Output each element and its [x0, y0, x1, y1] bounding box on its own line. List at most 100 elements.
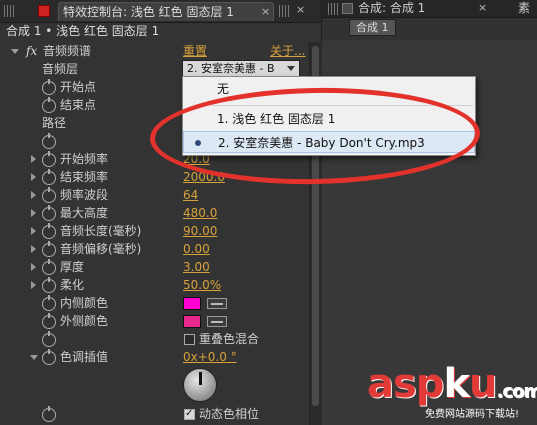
tab2-close-icon[interactable]: ×: [296, 3, 305, 16]
expand-triangle-icon[interactable]: [31, 245, 36, 253]
stopwatch-icon[interactable]: [42, 205, 56, 221]
comp-chip[interactable]: 合成 1: [349, 19, 396, 36]
dynamic-hue-label: 动态色相位: [199, 407, 260, 421]
prop-label: 音频长度(毫秒): [60, 224, 142, 238]
outside-color-swatch[interactable]: [183, 315, 201, 328]
audio-layer-select-value: 2. 安室奈美惠 - B: [187, 62, 275, 75]
breadcrumb: 合成 1 • 浅色 红色 固态层 1: [6, 24, 160, 38]
prop-row-thickness: 厚度 3.00: [0, 258, 308, 276]
expand-triangle-icon[interactable]: [31, 191, 36, 199]
panel-grip-icon-2[interactable]: [279, 5, 289, 17]
blend-overlap-checkbox[interactable]: [184, 334, 195, 345]
stopwatch-icon[interactable]: [42, 133, 56, 149]
prop-label: 柔化: [60, 278, 85, 292]
eyedropper-icon[interactable]: [207, 316, 227, 327]
stopwatch-icon[interactable]: [42, 406, 56, 422]
dropdown-option-label: 无: [217, 82, 230, 96]
lock-icon[interactable]: [38, 5, 50, 17]
prop-label: 开始频率: [60, 152, 109, 166]
prop-value[interactable]: 50.0%: [183, 276, 221, 294]
effect-controls-tabbar: 特效控制台: 浅色 红色 固态层 1 × ×: [0, 0, 321, 23]
prop-row-hue-interp: 色调插值 0x+0.0 °: [0, 348, 308, 366]
prop-label: 色调插值: [60, 350, 109, 364]
prop-label: 频率波段: [60, 188, 109, 202]
audio-layer-label: 音频层: [42, 62, 79, 76]
stopwatch-icon[interactable]: [42, 295, 56, 311]
expand-triangle-icon[interactable]: [31, 263, 36, 271]
stopwatch-icon[interactable]: [42, 169, 56, 185]
prop-label: 外侧颜色: [60, 314, 109, 328]
prop-row-max-height: 最大高度 480.0: [0, 204, 308, 222]
prop-row-start-point: 开始点: [0, 78, 180, 96]
about-link[interactable]: 关于...: [270, 42, 305, 60]
watermark-brand-main: asp: [367, 361, 444, 407]
expand-triangle-icon[interactable]: [31, 155, 36, 163]
prop-label: 结束频率: [60, 170, 109, 184]
composition-tabbar: 合成: 合成 1 × 素: [322, 0, 537, 18]
checkmark-icon: ✓: [185, 408, 194, 419]
tab-close-icon[interactable]: ×: [261, 3, 270, 21]
prop-row-end-point: 结束点: [0, 96, 180, 114]
expand-triangle-icon[interactable]: [31, 173, 36, 181]
watermark-sub: 免费网站源码下载站!: [425, 409, 520, 420]
watermark-brand-tld: .com: [496, 381, 537, 402]
prop-label: 最大高度: [60, 206, 109, 220]
tab-effect-controls[interactable]: 特效控制台: 浅色 红色 固态层 1 ×: [58, 2, 274, 21]
collapse-triangle-icon[interactable]: [30, 355, 38, 360]
stopwatch-icon[interactable]: [42, 79, 56, 95]
expand-triangle-icon[interactable]: [31, 281, 36, 289]
prop-label: 音频偏移(毫秒): [60, 242, 142, 256]
watermark-brand-k: k: [443, 361, 470, 407]
prop-label: 开始点: [60, 80, 97, 94]
stopwatch-icon[interactable]: [42, 277, 56, 293]
prop-row-audio-offset: 音频偏移(毫秒) 0.00: [0, 240, 308, 258]
prop-row-softness: 柔化 50.0%: [0, 276, 308, 294]
effect-controls-panel: 特效控制台: 浅色 红色 固态层 1 × × 合成 1 • 浅色 红色 固态层 …: [0, 0, 322, 425]
chevron-down-icon: [287, 66, 295, 71]
effect-name: 音频频谱: [43, 44, 92, 58]
prop-row-dynamic-hue: ✓ 动态色相位: [0, 405, 308, 423]
prop-label: 结束点: [60, 98, 97, 112]
blend-overlap-label: 重叠色混合: [199, 332, 260, 346]
panel-grip-icon[interactable]: [4, 5, 14, 17]
lock-icon-2[interactable]: [342, 3, 353, 14]
panel-grip-icon-3[interactable]: [328, 3, 338, 15]
prop-value[interactable]: 3.00: [183, 258, 210, 276]
expand-triangle-icon[interactable]: [31, 209, 36, 217]
prop-value[interactable]: 90.00: [183, 222, 217, 240]
tab-extra[interactable]: 素: [518, 0, 530, 17]
prop-row-outside-color: 外侧颜色: [0, 312, 308, 330]
prop-value[interactable]: 0x+0.0 °: [183, 348, 237, 366]
stopwatch-icon[interactable]: [42, 241, 56, 257]
prop-row-audio-duration: 音频长度(毫秒) 90.00: [0, 222, 308, 240]
hue-dial-knob[interactable]: [183, 368, 217, 402]
inside-color-swatch[interactable]: [183, 297, 201, 310]
prop-label: 内侧颜色: [60, 296, 109, 310]
stopwatch-icon[interactable]: [42, 349, 56, 365]
stopwatch-icon[interactable]: [42, 223, 56, 239]
prop-value[interactable]: 0.00: [183, 240, 210, 258]
stopwatch-icon[interactable]: [42, 151, 56, 167]
tab-close-icon-2[interactable]: ×: [478, 1, 487, 14]
stopwatch-icon[interactable]: [42, 187, 56, 203]
prop-label: 厚度: [60, 260, 85, 274]
effect-header-row[interactable]: fx 音频频谱 重置 关于...: [0, 42, 308, 60]
prop-label: 路径: [42, 116, 67, 130]
prop-row-freq-bands: 频率波段 64: [0, 186, 308, 204]
stopwatch-icon[interactable]: [42, 97, 56, 113]
expand-triangle-icon[interactable]: [31, 227, 36, 235]
eyedropper-icon[interactable]: [207, 298, 227, 309]
stopwatch-icon[interactable]: [42, 259, 56, 275]
tab-composition[interactable]: 合成: 合成 1: [358, 0, 425, 17]
collapse-triangle-icon[interactable]: [11, 49, 19, 54]
watermark-brand-tail: u: [469, 361, 498, 407]
prop-value[interactable]: 64: [183, 186, 198, 204]
prop-row-blend: 重叠色混合: [0, 330, 308, 348]
prop-value[interactable]: 480.0: [183, 204, 217, 222]
stopwatch-icon[interactable]: [42, 331, 56, 347]
reset-link[interactable]: 重置: [183, 42, 207, 60]
audio-layer-select[interactable]: 2. 安室奈美惠 - B: [182, 60, 300, 77]
tab-effect-controls-label: 特效控制台: 浅色 红色 固态层 1: [63, 5, 234, 19]
stopwatch-icon[interactable]: [42, 313, 56, 329]
fx-icon[interactable]: fx: [26, 42, 37, 60]
